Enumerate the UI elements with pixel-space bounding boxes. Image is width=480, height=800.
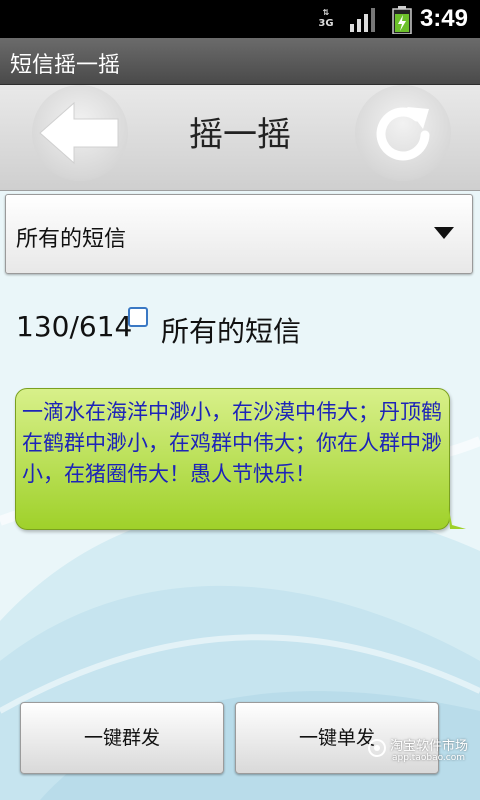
status-bar: ⇅ 3G 3:49 bbox=[0, 0, 480, 38]
battery-icon bbox=[392, 6, 412, 34]
network-indicator: ⇅ 3G bbox=[316, 7, 336, 31]
chevron-down-icon bbox=[434, 227, 454, 239]
counter-label: 所有的短信 bbox=[161, 315, 302, 348]
signal-icon bbox=[350, 8, 375, 32]
watermark: 淘宝软件市场 app.taobao.com bbox=[368, 735, 476, 767]
message-bubble[interactable]: 一滴水在海洋中渺小，在沙漠中伟大；丹顶鹤在鹤群中渺小，在鸡群中伟大；你在人群中渺… bbox=[15, 388, 450, 530]
select-all-checkbox[interactable] bbox=[128, 307, 148, 327]
dropdown-selected-value: 所有的短信 bbox=[16, 227, 127, 252]
app-title: 短信摇一摇 bbox=[10, 53, 121, 78]
bubble-tail bbox=[448, 505, 466, 529]
page-title: 摇一摇 bbox=[189, 115, 291, 155]
app-title-bar: 短信摇一摇 bbox=[0, 38, 480, 85]
sms-filter-dropdown[interactable]: 所有的短信 bbox=[5, 194, 473, 274]
group-send-button[interactable]: 一键群发 bbox=[20, 702, 224, 774]
network-type: 3G bbox=[318, 18, 334, 29]
taobao-logo-icon bbox=[368, 739, 386, 757]
watermark-main-text: 淘宝软件市场 bbox=[390, 739, 469, 754]
clock: 3:49 bbox=[419, 5, 468, 32]
counter-text: 130/614 bbox=[16, 310, 133, 343]
message-text: 一滴水在海洋中渺小，在沙漠中伟大；丹顶鹤在鹤群中渺小，在鸡群中伟大；你在人群中渺… bbox=[22, 400, 442, 486]
watermark-sub-text: app.taobao.com bbox=[392, 753, 466, 763]
